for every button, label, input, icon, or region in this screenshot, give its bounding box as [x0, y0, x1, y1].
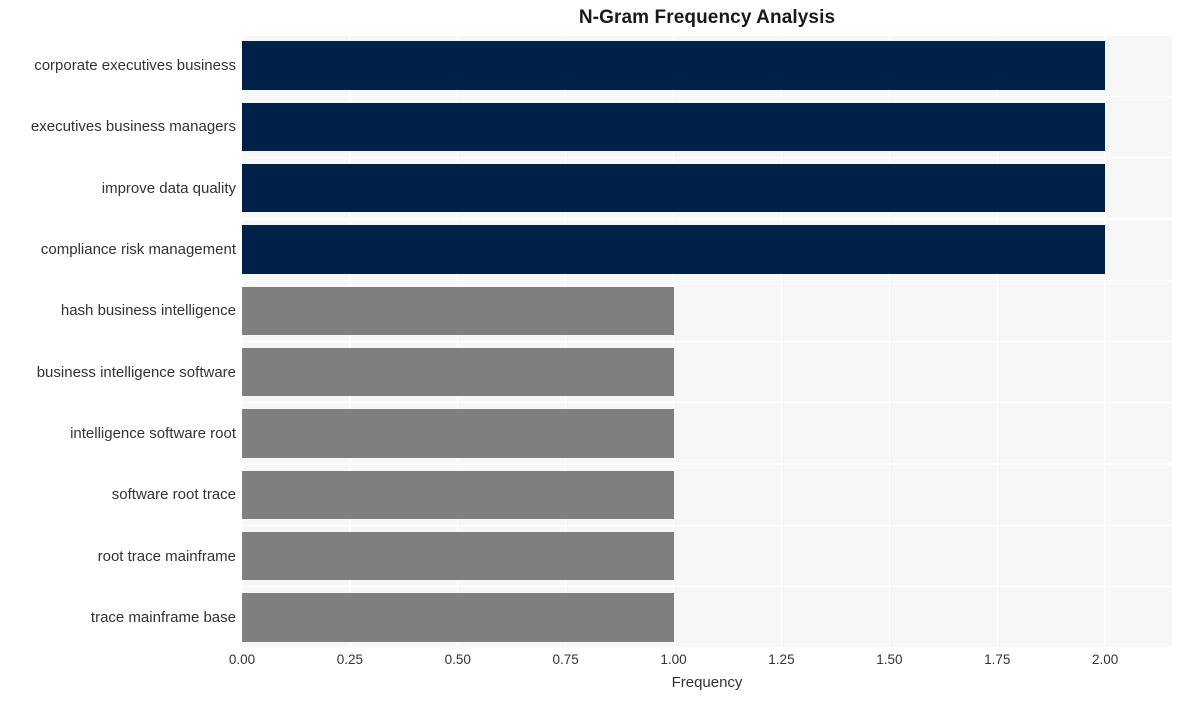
bars-layer: [242, 35, 1172, 648]
bar[interactable]: [242, 470, 674, 519]
bar[interactable]: [242, 164, 1106, 213]
y-axis-tick-label: root trace mainframe: [97, 547, 236, 565]
x-axis-tick-label: 0.25: [336, 652, 364, 667]
bar-row: [242, 164, 1172, 213]
bar[interactable]: [242, 41, 1106, 90]
bar[interactable]: [242, 347, 674, 397]
bar-row: [242, 225, 1172, 274]
bar-row: [242, 593, 1172, 642]
bar[interactable]: [242, 593, 674, 642]
bar[interactable]: [242, 225, 1106, 274]
bar[interactable]: [242, 409, 674, 458]
y-axis-tick-label: corporate executives business: [34, 57, 236, 75]
bar-row: [242, 531, 1172, 581]
x-axis-tick-label: 0.00: [228, 652, 256, 667]
x-axis-title: Frequency: [671, 674, 743, 691]
x-axis-tick-labels: 0.00 0.25 0.50 0.75 1.00 1.25 1.50 1.75 2.00: [0, 652, 1182, 672]
bar[interactable]: [242, 102, 1106, 152]
bar[interactable]: [242, 531, 674, 581]
bar-row: [242, 409, 1172, 458]
bar-row: [242, 41, 1172, 90]
bar-row: [242, 286, 1172, 336]
y-axis-tick-label: intelligence software root: [70, 424, 236, 442]
x-axis-tick-label: 1.00: [660, 652, 687, 667]
plot-area: [241, 34, 1172, 649]
x-axis-tick-label: 1.25: [768, 652, 795, 667]
chart-title: N-Gram Frequency Analysis: [578, 7, 836, 28]
y-axis-tick-label: trace mainframe base: [90, 608, 236, 626]
y-axis-tick-label: hash business intelligence: [60, 302, 236, 320]
x-axis-tick-label: 1.75: [984, 652, 1011, 667]
y-axis-tick-label: business intelligence software: [36, 363, 236, 381]
x-axis-tick-label: 0.75: [552, 652, 579, 667]
bar[interactable]: [242, 286, 674, 336]
bar-row: [242, 470, 1172, 519]
bar-row: [242, 102, 1172, 152]
bar-row: [242, 347, 1172, 397]
chart-figure: N-Gram Frequency Analysis corporate exec…: [0, 0, 1182, 701]
y-axis-tick-label: compliance risk management: [40, 241, 236, 259]
x-axis-tick-label: 1.50: [876, 652, 903, 667]
x-axis-tick-label: 0.50: [444, 652, 471, 667]
x-axis-tick-label: 2.00: [1091, 652, 1119, 667]
y-axis-tick-label: software root trace: [111, 486, 236, 504]
y-axis-tick-label: executives business managers: [30, 118, 236, 136]
y-axis-tick-labels: corporate executives business executives …: [0, 35, 236, 648]
y-axis-tick-label: improve data quality: [101, 179, 236, 197]
